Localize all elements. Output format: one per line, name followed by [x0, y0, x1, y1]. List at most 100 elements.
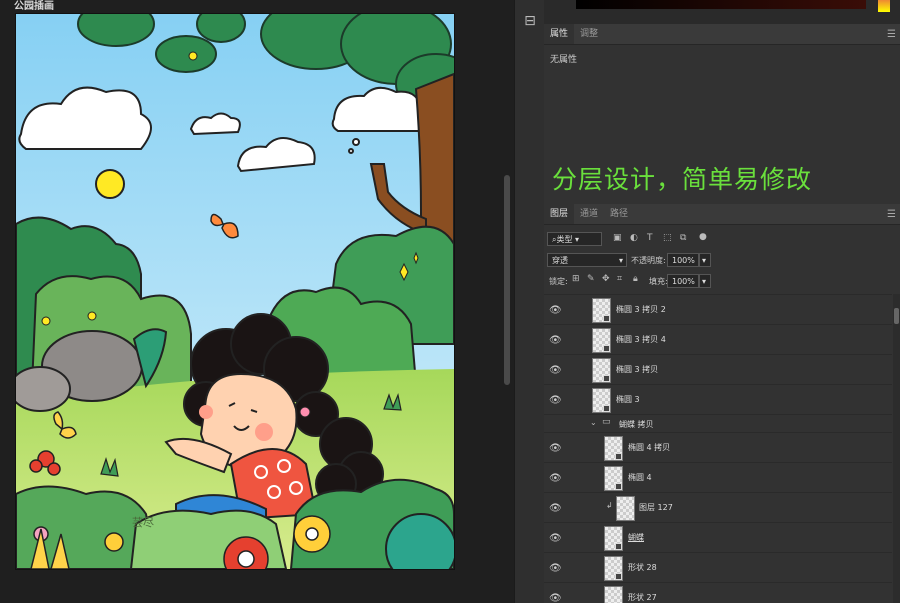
color-gradient-bar[interactable] [576, 0, 866, 9]
shape-layer-icon [615, 483, 622, 490]
layer-thumbnail [604, 556, 623, 581]
visibility-eye-icon[interactable]: 👁︎ [549, 443, 562, 454]
layer-row[interactable]: 👁︎ 椭圆 3 拷贝 4 [544, 324, 892, 355]
document-title: 公园插画 [14, 1, 54, 12]
opacity-dropdown[interactable]: ▾ [699, 253, 711, 267]
right-panel-dock: 属性 调整 ☰ 无属性 分层设计，简单易修改 图层 通道 路径 ☰ ⌕类型 ▾ … [544, 0, 900, 603]
tab-properties[interactable]: 属性 [544, 24, 575, 44]
layer-thumbnail [604, 586, 623, 603]
blend-mode-value: 穿透 [552, 256, 568, 265]
canvas-scrollbar[interactable] [504, 175, 510, 385]
color-swatch[interactable] [878, 0, 890, 12]
properties-tabbar: 属性 调整 ☰ [544, 24, 900, 45]
panel-menu-icon[interactable]: ☰ [887, 29, 896, 40]
lock-artboard-icon[interactable]: ⌗ [617, 274, 622, 284]
visibility-eye-icon[interactable]: 👁︎ [549, 533, 562, 544]
chevron-down-icon[interactable]: ⌄ [590, 418, 597, 427]
lock-row: 锁定: ⊞ ✎ ✥ ⌗ 🔒︎ 填充: 100% ▾ [544, 271, 900, 291]
blend-mode-select[interactable]: 穿透 ▾ [547, 253, 627, 267]
visibility-eye-icon[interactable]: 👁︎ [549, 335, 562, 346]
shape-layer-icon [603, 315, 610, 322]
layer-row[interactable]: 👁︎ 椭圆 3 [544, 384, 892, 415]
blend-row: 穿透 ▾ 不透明度: 100% ▾ [544, 250, 900, 270]
layer-row[interactable]: 👁︎ 椭圆 4 [544, 462, 892, 493]
fill-input[interactable]: 100% [667, 274, 699, 288]
layer-thumbnail [616, 496, 635, 521]
layer-filter-select[interactable]: ⌕类型 ▾ [547, 232, 602, 246]
layers-scroll-thumb[interactable] [894, 308, 899, 324]
layer-thumbnail [592, 358, 611, 383]
opacity-label: 不透明度: [631, 256, 666, 265]
filter-toggle-icon[interactable]: ● [699, 232, 707, 242]
lock-transparent-icon[interactable]: ⊞ [572, 274, 580, 284]
layer-name: 椭圆 4 [628, 473, 652, 482]
lock-label: 锁定: [549, 277, 568, 286]
layer-row[interactable]: 👁︎ 椭圆 4 拷贝 [544, 432, 892, 463]
layer-row[interactable]: 👁︎ 椭圆 3 拷贝 [544, 354, 892, 385]
layer-name: 图层 127 [639, 503, 673, 512]
layer-row[interactable]: 👁︎ ↲ 图层 127 [544, 492, 892, 523]
color-panel-remnant [544, 0, 900, 24]
filter-adjustment-icon[interactable]: ◐ [630, 233, 638, 243]
opacity-input[interactable]: 100% [667, 253, 699, 267]
layer-name: 蝴蝶 [628, 533, 644, 542]
layers-list: 👁︎ 椭圆 3 拷贝 2 👁︎ 椭圆 3 拷贝 4 👁︎ 椭圆 3 拷贝 👁︎ … [544, 294, 892, 603]
layer-group-name: 蝴蝶 拷贝 [619, 420, 654, 429]
layer-filter-label: 类型 [556, 235, 573, 244]
filter-shape-icon[interactable]: ⬚ [663, 233, 672, 243]
layer-group-row[interactable]: ⌄ ▭ 蝴蝶 拷贝 [544, 414, 892, 433]
layer-row[interactable]: 👁︎ 椭圆 3 拷贝 2 [544, 294, 892, 325]
promo-overlay-text: 分层设计，简单易修改 [552, 165, 813, 194]
properties-empty-text: 无属性 [550, 55, 578, 65]
shape-layer-icon [603, 405, 610, 412]
layer-name: 椭圆 3 拷贝 2 [616, 305, 666, 314]
visibility-eye-icon[interactable]: 👁︎ [549, 503, 562, 514]
layer-thumbnail [604, 436, 623, 461]
visibility-eye-icon[interactable]: 👁︎ [549, 593, 562, 603]
filter-smart-object-icon[interactable]: ⧉ [680, 233, 686, 243]
park-illustration: 芸尽 [16, 14, 454, 569]
tab-paths[interactable]: 路径 [604, 204, 634, 224]
clipping-mask-icon: ↲ [606, 501, 613, 510]
layer-thumbnail [592, 328, 611, 353]
filter-type-icon[interactable]: T [647, 233, 653, 243]
layers-tabbar: 图层 通道 路径 ☰ [544, 204, 900, 225]
layer-name: 椭圆 4 拷贝 [628, 443, 671, 452]
fill-label: 填充: [649, 277, 668, 286]
fill-dropdown[interactable]: ▾ [699, 274, 711, 288]
canvas-area[interactable]: 公园插画 芸尽 [0, 0, 514, 603]
visibility-eye-icon[interactable]: 👁︎ [549, 365, 562, 376]
lock-all-icon[interactable]: 🔒︎ [633, 274, 638, 284]
visibility-eye-icon[interactable]: 👁︎ [549, 563, 562, 574]
visibility-eye-icon[interactable]: 👁︎ [549, 395, 562, 406]
layer-name: 椭圆 3 拷贝 4 [616, 335, 666, 344]
tab-channels[interactable]: 通道 [574, 204, 604, 224]
layer-name: 椭圆 3 拷贝 [616, 365, 659, 374]
layers-menu-icon[interactable]: ☰ [887, 209, 896, 220]
filter-pixel-icon[interactable]: ▣ [613, 233, 622, 243]
layer-row[interactable]: 👁︎ 形状 27 [544, 582, 892, 603]
layer-name: 椭圆 3 [616, 395, 640, 404]
visibility-eye-icon[interactable]: 👁︎ [549, 473, 562, 484]
layers-scrollbar[interactable] [893, 294, 900, 603]
layer-name: 形状 28 [628, 563, 657, 572]
tab-layers[interactable]: 图层 [544, 204, 575, 224]
shape-layer-icon [603, 345, 610, 352]
shape-layer-icon [615, 573, 622, 580]
layer-thumbnail [604, 526, 623, 551]
layer-name: 形状 27 [628, 593, 657, 602]
swatches-icon[interactable]: ⊟ [522, 13, 538, 29]
layer-thumbnail [604, 466, 623, 491]
artist-signature: 芸尽 [132, 516, 154, 529]
tab-adjustments[interactable]: 调整 [574, 24, 604, 44]
layer-thumbnail [592, 298, 611, 323]
layer-row[interactable]: 👁︎ 蝴蝶 [544, 522, 892, 553]
shape-layer-icon [615, 543, 622, 550]
lock-image-icon[interactable]: ✎ [587, 274, 595, 284]
shape-layer-icon [603, 375, 610, 382]
illustration-artboard[interactable]: 芸尽 [15, 13, 455, 570]
layer-row[interactable]: 👁︎ 形状 28 [544, 552, 892, 583]
visibility-eye-icon[interactable]: 👁︎ [549, 305, 562, 316]
lock-position-icon[interactable]: ✥ [602, 274, 610, 284]
chevron-down-icon: ▾ [618, 256, 623, 265]
